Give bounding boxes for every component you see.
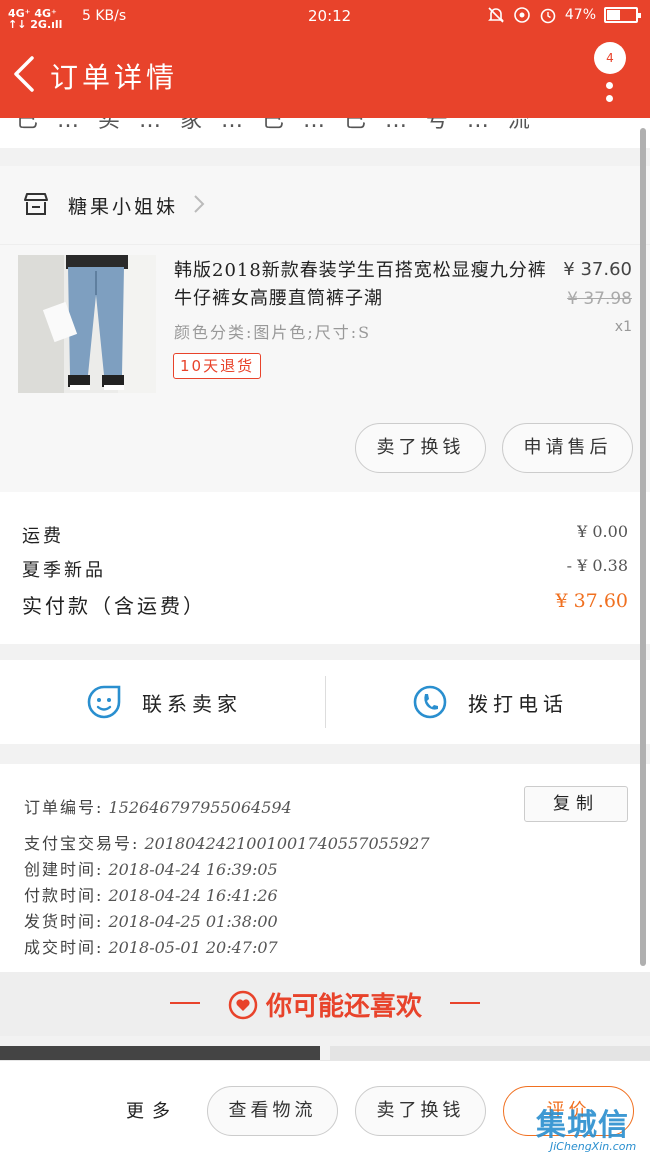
- heart-icon: [228, 990, 258, 1020]
- created-time-value: 2018-04-24 16:39:05: [108, 860, 278, 879]
- order-number-value: 1526467979550645​94: [108, 798, 292, 817]
- view-logistics-button[interactable]: 查看物流: [207, 1086, 338, 1136]
- contact-bar: 联系卖家 拨打电话: [0, 660, 650, 744]
- recommended-product-image[interactable]: [0, 1046, 320, 1060]
- clock: 20:12: [308, 7, 352, 25]
- created-time-label: 创建时间:: [24, 860, 104, 879]
- shipped-time-row: 发货时间: 2018-04-25 01:38:00: [24, 908, 278, 932]
- completed-time-label: 成交时间:: [24, 938, 104, 957]
- order-info: 订单编号: 1526467979550645​94 复制 支付宝交易号: 201…: [0, 764, 650, 972]
- watermark-site: JiChengXin.com: [550, 1140, 637, 1153]
- location-icon: [514, 7, 530, 23]
- status-icons: 47%: [487, 6, 641, 24]
- promotion-label: 夏季新品: [22, 560, 106, 581]
- app-header: 订单详情 4: [0, 32, 650, 118]
- copy-order-number-button[interactable]: 复制: [524, 786, 628, 822]
- promotion-row: 夏季新品 - ¥ 0.38: [22, 556, 628, 582]
- more-menu-button[interactable]: 4: [594, 42, 630, 102]
- call-phone-label: 拨打电话: [468, 691, 568, 716]
- menu-dot-icon: [606, 95, 613, 102]
- paid-time-label: 付款时间:: [24, 886, 104, 905]
- product-title[interactable]: 韩版2018新款春装学生百搭宽松显瘦九分裤牛仔裤女高腰直筒裤子潮: [174, 257, 559, 313]
- watermark-logo: 集城信 JiChengXin.com: [536, 1100, 648, 1155]
- divider: [325, 676, 326, 728]
- recommendation-title-text: 你可能还喜欢: [265, 992, 422, 1022]
- watermark-brand: 集城信: [536, 1108, 629, 1143]
- return-policy-badge: 10天退货: [173, 353, 262, 379]
- product-thumbnail[interactable]: [18, 255, 156, 393]
- completed-time-row: 成交时间: 2018-05-01 20:47:07: [24, 934, 278, 958]
- order-item[interactable]: 韩版2018新款春装学生百搭宽松显瘦九分裤牛仔裤女高腰直筒裤子潮 颜色分类:图片…: [0, 244, 650, 492]
- more-actions-button[interactable]: 更多: [126, 1097, 178, 1123]
- shipped-time-label: 发货时间:: [24, 912, 104, 931]
- paid-time-row: 付款时间: 2018-04-24 16:41:26: [24, 882, 278, 906]
- alipay-number-row: 支付宝交易号: 2018042421001001740557055927: [24, 830, 430, 854]
- shop-name: 糖果小姐妹: [68, 196, 179, 218]
- shop-row[interactable]: 糖果小姐妹: [0, 166, 650, 244]
- recommended-product-image[interactable]: [330, 1046, 650, 1060]
- order-detail-content[interactable]: 已 … 买 … 家 … 已 … 已 … 号 … 流 糖果小姐妹 韩版2018新款…: [0, 118, 650, 1060]
- alarm-icon: [540, 8, 556, 24]
- network-indicator: 4G⁺ 4G⁺ ↑↓ 2G.ıll: [8, 8, 62, 30]
- page-title: 订单详情: [50, 61, 179, 94]
- shipping-address-cutoff: 已 … 买 … 家 … 已 … 已 … 号 … 流: [0, 118, 650, 148]
- promotion-value: - ¥ 0.38: [566, 556, 628, 575]
- total-paid-value: ¥ 37.60: [555, 590, 628, 612]
- battery-percent: 47%: [564, 7, 596, 23]
- original-price: ¥ 37.98: [567, 289, 632, 309]
- shipping-fee-label: 运费: [22, 526, 64, 547]
- back-arrow-icon[interactable]: [8, 52, 44, 96]
- message-count-badge: 4: [594, 42, 626, 74]
- product-quantity: x1: [614, 319, 632, 335]
- total-paid-row: 实付款（含运费） ¥ 37.60: [22, 590, 628, 619]
- created-time-row: 创建时间: 2018-04-24 16:39:05: [24, 856, 278, 880]
- shipped-time-value: 2018-04-25 01:38:00: [108, 912, 278, 931]
- shipping-fee-value: ¥ 0.00: [577, 522, 628, 541]
- resell-button[interactable]: 卖了换钱: [355, 423, 486, 473]
- after-sales-button[interactable]: 申请售后: [502, 423, 633, 473]
- mute-bell-icon: [487, 7, 504, 23]
- status-bar: 4G⁺ 4G⁺ ↑↓ 2G.ıll 5 KB/s 20:12 47%: [0, 0, 650, 32]
- product-image: [18, 255, 156, 393]
- cutoff-text: 已 … 买 … 家 … 已 … 已 … 号 … 流: [16, 118, 536, 133]
- total-paid-label: 实付款（含运费）: [22, 594, 206, 618]
- call-phone-button[interactable]: 拨打电话: [412, 660, 568, 744]
- order-number-row: 订单编号: 1526467979550645​94: [24, 794, 292, 818]
- network-speed: 5 KB/s: [82, 8, 127, 24]
- order-number-label: 订单编号:: [24, 798, 104, 817]
- chat-face-icon: [87, 685, 121, 719]
- resell-bottom-button[interactable]: 卖了换钱: [355, 1086, 486, 1136]
- contact-seller-label: 联系卖家: [142, 691, 242, 716]
- phone-icon: [413, 685, 447, 719]
- recommendation-title: 你可能还喜欢: [0, 986, 650, 1023]
- paid-time-value: 2018-04-24 16:41:26: [108, 886, 278, 905]
- recommendation-header: 你可能还喜欢: [0, 972, 650, 1036]
- contact-seller-button[interactable]: 联系卖家: [86, 660, 242, 744]
- battery-icon: [604, 7, 641, 23]
- alipay-number-label: 支付宝交易号:: [24, 834, 140, 853]
- decorative-line: [450, 1002, 480, 1004]
- fee-summary: 运费 ¥ 0.00 夏季新品 - ¥ 0.38 实付款（含运费） ¥ 37.60: [0, 492, 650, 644]
- scrollbar[interactable]: [640, 128, 646, 966]
- shipping-fee-row: 运费 ¥ 0.00: [22, 522, 628, 548]
- menu-dot-icon: [606, 82, 613, 89]
- alipay-number-value: 2018042421001001740557055927: [144, 834, 430, 853]
- completed-time-value: 2018-05-01 20:47:07: [108, 938, 278, 957]
- network-bottom-text: ↑↓ 2G.ıll: [8, 18, 63, 31]
- product-price: ¥ 37.60: [563, 259, 632, 280]
- chevron-right-icon: [194, 195, 205, 213]
- product-spec: 颜色分类:图片色;尺寸:S: [174, 323, 372, 342]
- store-icon: [24, 193, 48, 215]
- battery-fill: [607, 10, 621, 20]
